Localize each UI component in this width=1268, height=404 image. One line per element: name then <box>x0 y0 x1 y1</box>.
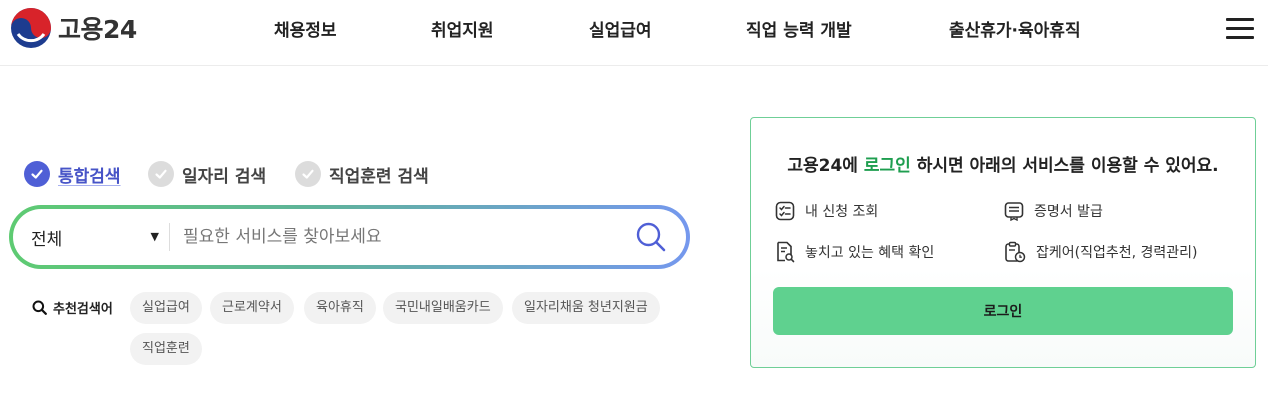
login-button[interactable]: 로그인 <box>773 287 1233 335</box>
search-icon <box>32 300 47 315</box>
keyword-chip[interactable]: 육아휴직 <box>304 292 376 324</box>
check-icon <box>148 161 174 187</box>
nav-item-unemployment-benefits[interactable]: 실업급여 <box>589 16 652 42</box>
nav-item-jobs[interactable]: 채용정보 <box>274 16 337 42</box>
search-box: 전체 ▼ <box>9 205 690 269</box>
nav-item-vocational-training[interactable]: 직업 능력 개발 <box>746 16 852 42</box>
title-suffix: 하시면 아래의 서비스를 이용할 수 있어요. <box>910 156 1219 176</box>
service-jobcare[interactable]: 잡케어(직업추천, 경력관리) <box>1004 241 1198 263</box>
caret-down-icon: ▼ <box>150 230 159 243</box>
check-icon <box>24 161 50 187</box>
nav-item-parental-leave[interactable]: 출산휴가·육아휴직 <box>949 16 1081 42</box>
tab-training-search[interactable]: 직업훈련 검색 <box>295 160 429 188</box>
title-login-highlight: 로그인 <box>863 156 911 176</box>
service-label: 증명서 발급 <box>1034 204 1103 220</box>
service-label: 내 신청 조회 <box>805 204 879 220</box>
recommended-label-text: 추천검색어 <box>53 302 113 317</box>
service-missed-benefits[interactable]: 놓치고 있는 혜택 확인 <box>775 241 934 263</box>
title-prefix: 고용24에 <box>787 156 864 176</box>
search-input[interactable] <box>183 217 613 257</box>
taegeuk-logo-icon <box>11 8 51 48</box>
keyword-chip[interactable]: 일자리채움 청년지원금 <box>512 292 660 324</box>
login-panel-title: 고용24에 로그인 하시면 아래의 서비스를 이용할 수 있어요. <box>751 151 1255 176</box>
tab-job-search[interactable]: 일자리 검색 <box>148 160 266 188</box>
checklist-icon <box>775 201 795 221</box>
keyword-chip[interactable]: 국민내일배움카드 <box>383 292 503 324</box>
tab-label: 일자리 검색 <box>182 166 267 187</box>
recommended-keywords-label: 추천검색어 <box>32 298 113 317</box>
login-panel: 고용24에 로그인 하시면 아래의 서비스를 이용할 수 있어요. 내 신청 조… <box>750 117 1256 368</box>
service-certificate-issue[interactable]: 증명서 발급 <box>1004 201 1103 221</box>
keyword-chip[interactable]: 실업급여 <box>130 292 202 324</box>
clipboard-clock-icon <box>1005 241 1026 263</box>
search-scope-select[interactable]: 전체 ▼ <box>31 209 159 265</box>
tab-label: 직업훈련 검색 <box>329 166 429 187</box>
nav-item-employment-support[interactable]: 취업지원 <box>431 16 494 42</box>
service-my-applications[interactable]: 내 신청 조회 <box>775 201 878 221</box>
menu-icon[interactable] <box>1226 18 1254 40</box>
certificate-icon <box>1004 202 1024 221</box>
service-label: 놓치고 있는 혜택 확인 <box>805 245 935 261</box>
service-label: 잡케어(직업추천, 경력관리) <box>1036 245 1198 261</box>
search-button[interactable] <box>635 221 667 253</box>
document-search-icon <box>777 241 795 263</box>
site-logo[interactable]: 고용24 <box>10 8 137 48</box>
search-inner: 전체 ▼ <box>13 209 686 265</box>
scope-value: 전체 <box>31 229 63 250</box>
tab-label: 통합검색 <box>58 166 121 187</box>
tab-integrated-search[interactable]: 통합검색 <box>24 160 121 188</box>
keyword-chip[interactable]: 근로계약서 <box>210 292 294 324</box>
site-header: 고용24 채용정보 취업지원 실업급여 직업 능력 개발 출산휴가·육아휴직 <box>0 0 1268 66</box>
check-icon <box>295 161 321 187</box>
divider <box>169 223 170 251</box>
search-icon <box>636 222 666 252</box>
keyword-chip[interactable]: 직업훈련 <box>130 333 202 365</box>
logo-text: 고용24 <box>58 15 137 44</box>
